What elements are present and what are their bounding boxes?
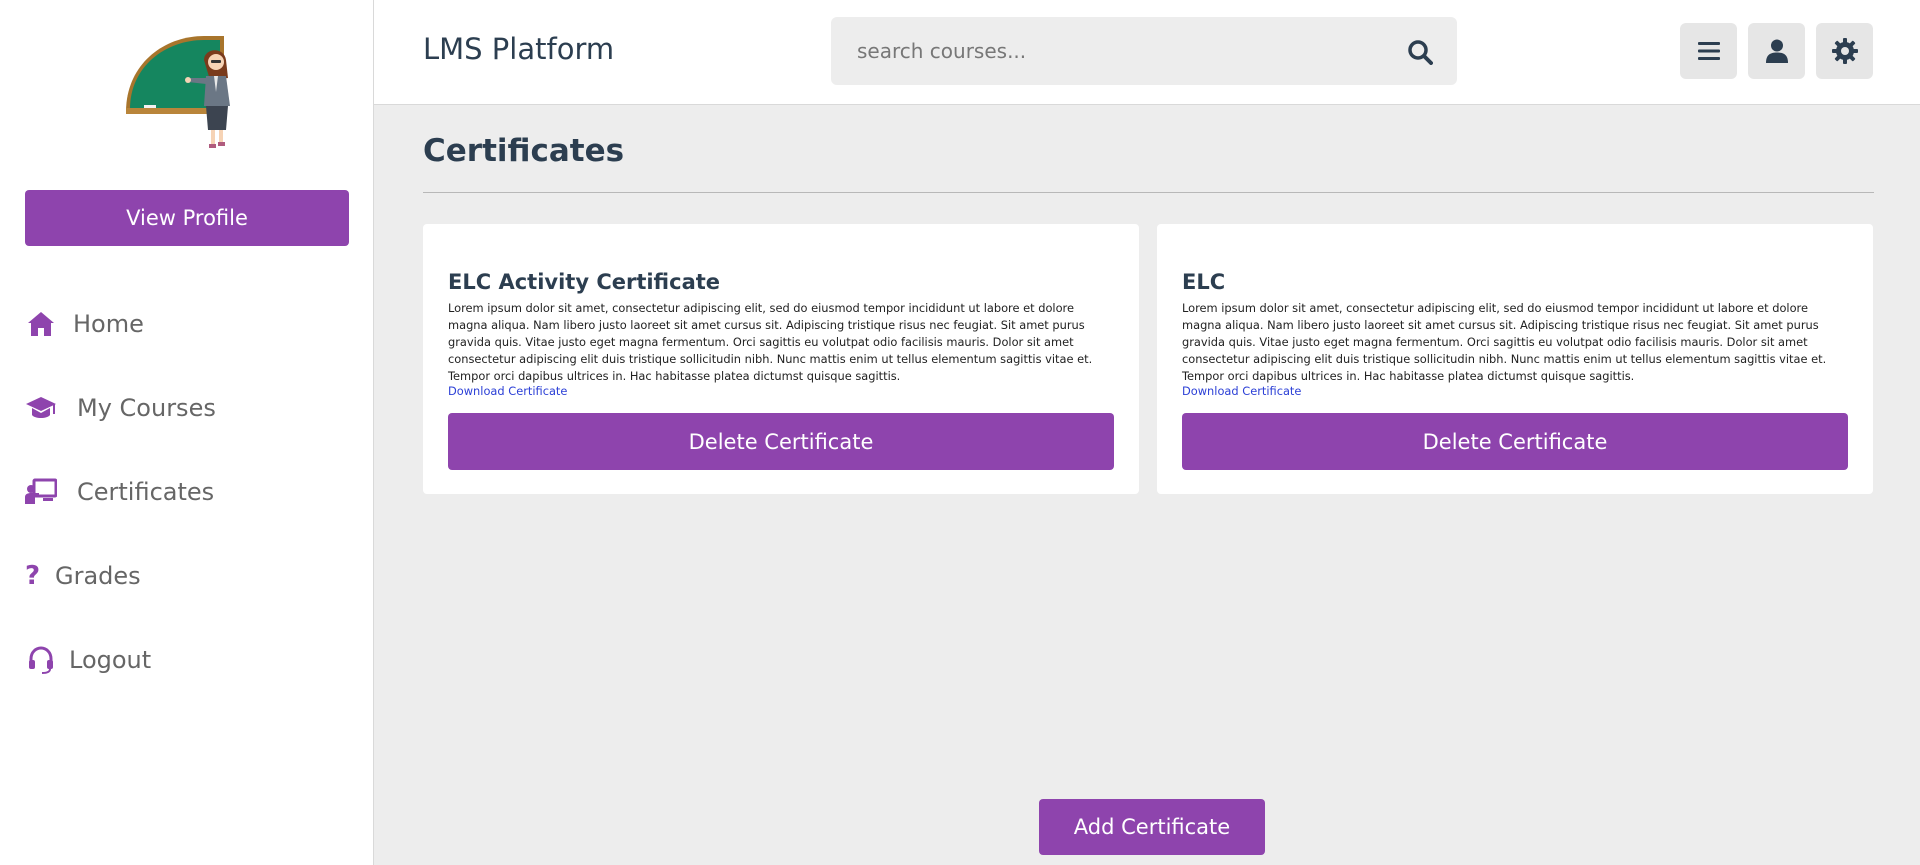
view-profile-button[interactable]: View Profile: [25, 190, 349, 246]
settings-icon: [1831, 38, 1858, 64]
delete-certificate-button[interactable]: Delete Certificate: [1182, 413, 1848, 470]
download-certificate-link[interactable]: Download Certificate: [448, 384, 567, 398]
sidebar-item-my-courses[interactable]: My Courses: [25, 388, 216, 428]
sidebar-item-label: My Courses: [77, 394, 216, 422]
graduation-cap-icon: [25, 392, 57, 424]
teacher-board-icon: [25, 476, 57, 508]
sidebar-item-grades[interactable]: ? Grades: [25, 556, 141, 596]
user-icon: [1765, 39, 1788, 63]
settings-button[interactable]: [1816, 23, 1873, 79]
certificate-description: Lorem ipsum dolor sit amet, consectetur …: [1182, 301, 1827, 383]
top-header: LMS Platform: [374, 0, 1920, 105]
certificate-title: ELC Activity Certificate: [448, 270, 721, 294]
certificate-card: ELC Lorem ipsum dolor sit amet, consecte…: [1157, 224, 1873, 494]
sidebar: View Profile Home My Courses Certificate…: [0, 0, 374, 865]
search-bar: [831, 17, 1457, 85]
headset-icon: [25, 644, 57, 676]
certificate-description: Lorem ipsum dolor sit amet, consectetur …: [448, 301, 1093, 383]
add-certificate-button[interactable]: Add Certificate: [1039, 799, 1265, 855]
user-button[interactable]: [1748, 23, 1805, 79]
delete-certificate-button[interactable]: Delete Certificate: [448, 413, 1114, 470]
sidebar-item-home[interactable]: Home: [25, 304, 144, 344]
menu-icon: [1697, 42, 1720, 60]
search-icon[interactable]: [1407, 39, 1433, 65]
title-divider: [423, 192, 1874, 193]
sidebar-item-label: Home: [73, 310, 144, 338]
app-title: LMS Platform: [423, 32, 615, 66]
question-icon: ?: [25, 561, 41, 591]
page-title: Certificates: [423, 133, 625, 169]
sidebar-item-label: Logout: [69, 646, 152, 674]
sidebar-item-certificates[interactable]: Certificates: [25, 472, 214, 512]
certificate-card: ELC Activity Certificate Lorem ipsum dol…: [423, 224, 1139, 494]
menu-button[interactable]: [1680, 23, 1737, 79]
sidebar-item-logout[interactable]: Logout: [25, 640, 151, 680]
home-icon: [25, 308, 57, 340]
download-certificate-link[interactable]: Download Certificate: [1182, 384, 1301, 398]
certificate-title: ELC: [1182, 270, 1226, 294]
sidebar-item-label: Certificates: [77, 478, 215, 506]
teacher-logo-image: [126, 36, 230, 148]
search-input[interactable]: [831, 17, 1391, 85]
sidebar-item-label: Grades: [55, 562, 141, 590]
